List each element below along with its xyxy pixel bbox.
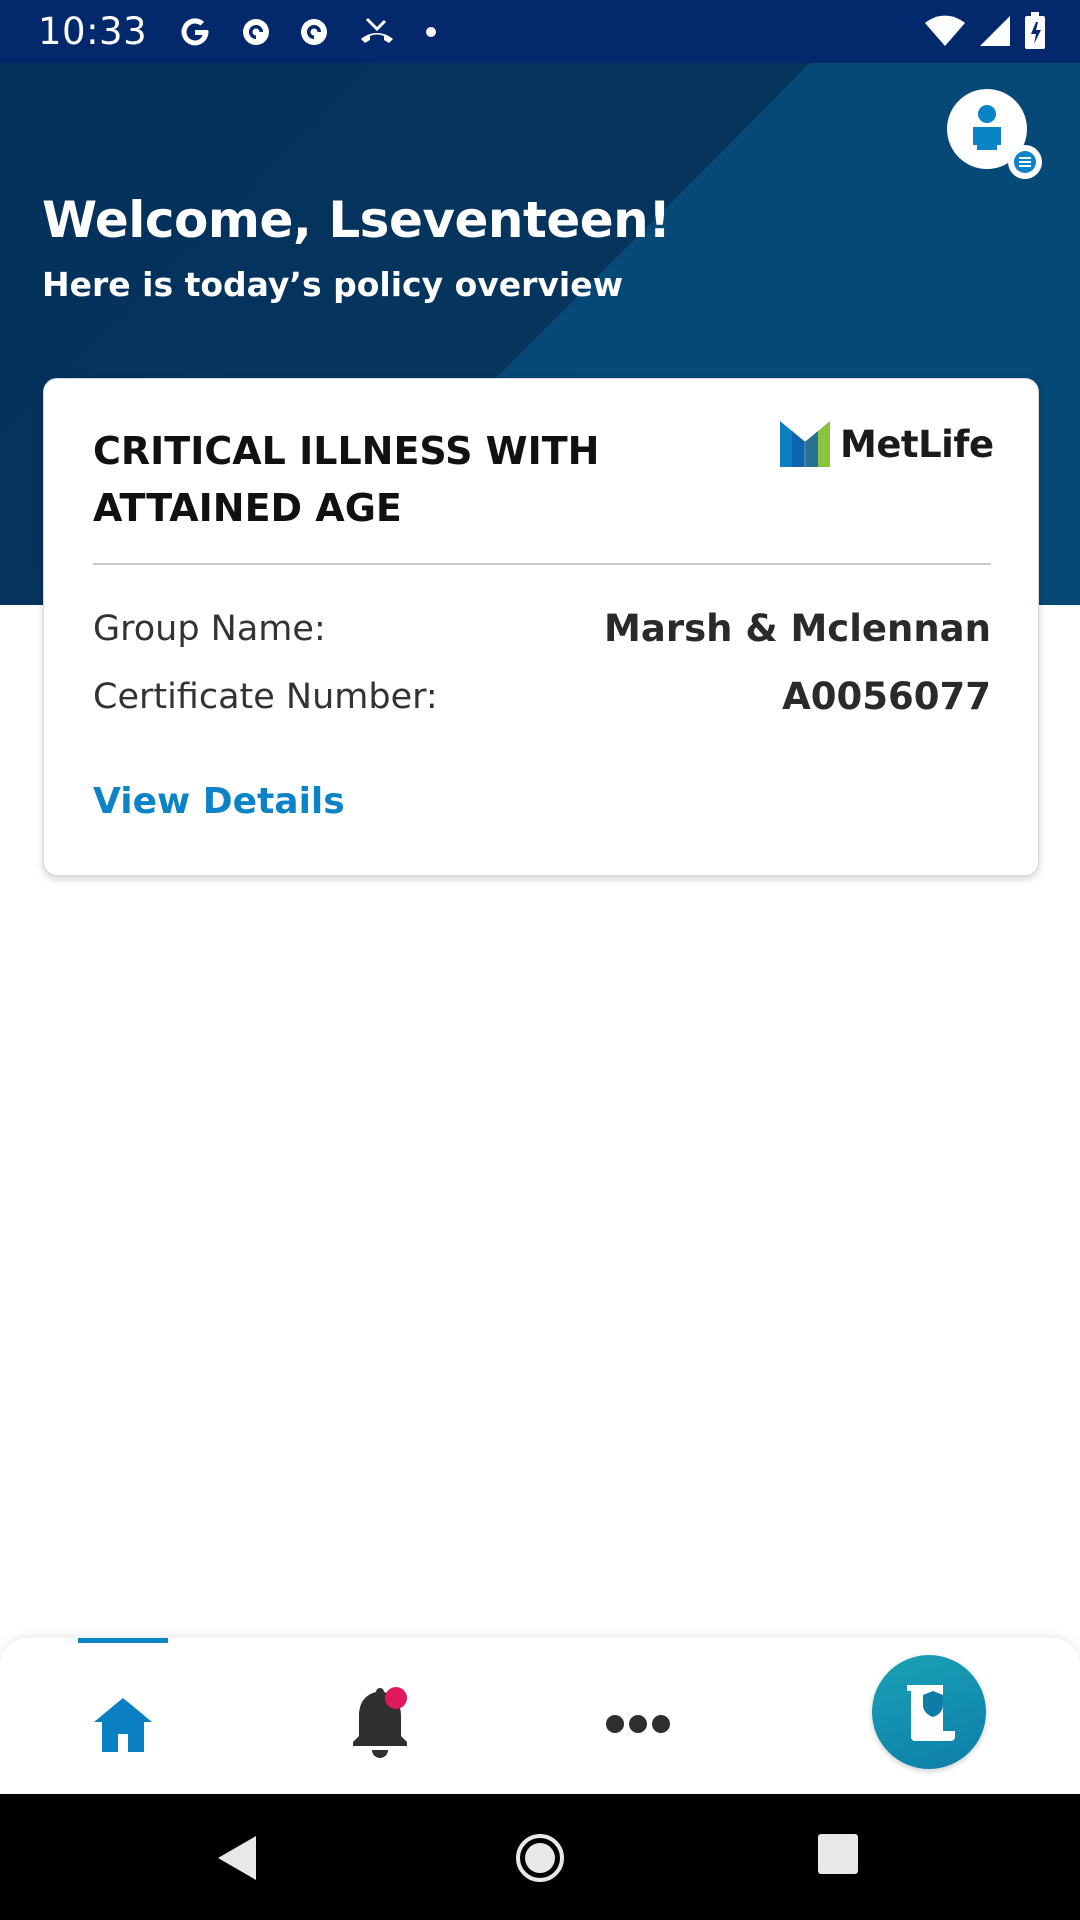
- brand-name: MetLife: [840, 422, 994, 466]
- system-home-button[interactable]: [514, 1832, 566, 1884]
- nav-notifications-button[interactable]: [344, 1684, 414, 1764]
- certificate-number-label: Certificate Number:: [93, 676, 438, 717]
- certificate-number-row: Certificate Number: A0056077: [93, 675, 991, 718]
- notification-dot: [385, 1687, 407, 1709]
- dot-icon: [425, 26, 437, 38]
- policy-title: CRITICAL ILLNESS WITH ATTAINED AGE: [93, 429, 600, 530]
- welcome-subtitle: Here is today’s policy overview: [42, 265, 624, 304]
- nav-home-button[interactable]: [88, 1690, 158, 1760]
- notification-icons: [177, 14, 437, 50]
- metlife-logo: MetLife: [780, 421, 994, 467]
- bottom-navigation: [0, 1638, 1080, 1794]
- group-name-row: Group Name: Marsh & Mclennan: [93, 607, 991, 650]
- view-details-link[interactable]: View Details: [93, 781, 345, 822]
- card-divider: [93, 563, 991, 565]
- user-icon: [973, 105, 1001, 150]
- home-circle-icon: [516, 1834, 564, 1882]
- menu-badge-icon: [1008, 145, 1042, 179]
- claims-icon: [907, 1685, 955, 1741]
- home-icon: [94, 1698, 152, 1752]
- status-time: 10:33: [38, 10, 148, 53]
- policy-card: CRITICAL ILLNESS WITH ATTAINED AGE MetLi…: [43, 378, 1039, 876]
- pocket-casts-icon: [241, 17, 271, 47]
- wifi-icon: [924, 14, 966, 53]
- metlife-logo-icon: [780, 421, 830, 467]
- google-icon: [177, 14, 213, 50]
- battery-icon: [1024, 12, 1046, 55]
- more-icon: [606, 1715, 670, 1733]
- system-status-icons: [924, 12, 1046, 55]
- bell-icon: [353, 1687, 407, 1758]
- system-back-button[interactable]: [212, 1832, 264, 1884]
- missed-call-icon: [357, 15, 397, 49]
- system-recents-button[interactable]: [816, 1832, 860, 1876]
- pocket-casts-icon: [299, 17, 329, 47]
- group-name-value: Marsh & Mclennan: [604, 607, 991, 650]
- certificate-number-value: A0056077: [782, 675, 991, 718]
- back-icon: [218, 1836, 256, 1880]
- system-navigation-bar: [0, 1794, 1080, 1920]
- recents-icon: [818, 1834, 858, 1874]
- active-tab-indicator: [78, 1638, 168, 1643]
- welcome-title: Welcome, Lseventeen!: [42, 191, 671, 249]
- claims-fab-button[interactable]: [872, 1655, 986, 1769]
- status-bar: 10:33: [0, 0, 1080, 63]
- nav-more-button[interactable]: [600, 1694, 676, 1754]
- signal-icon: [978, 14, 1012, 53]
- group-name-label: Group Name:: [93, 608, 326, 649]
